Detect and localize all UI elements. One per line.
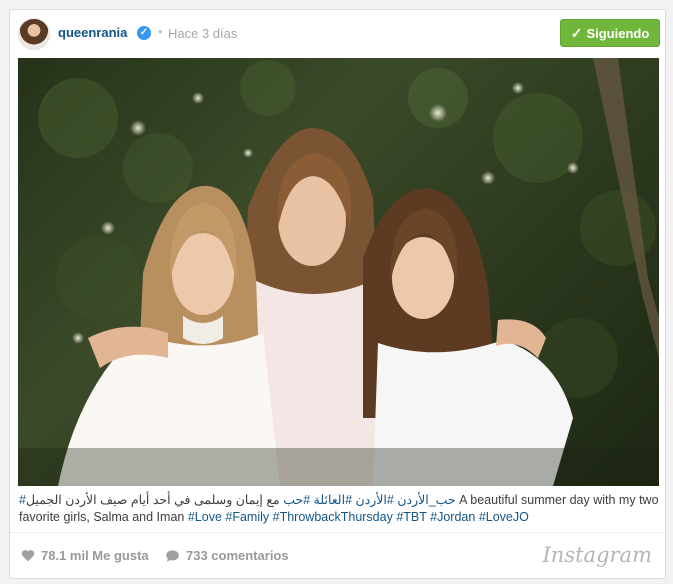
hashtag-link[interactable]: #Jordan bbox=[430, 510, 475, 524]
following-button-label: Siguiendo bbox=[586, 25, 650, 41]
separator-dot: • bbox=[158, 24, 163, 39]
comments-count[interactable]: 733 comentarios bbox=[165, 548, 289, 563]
profile-avatar[interactable] bbox=[18, 18, 50, 50]
instagram-logo[interactable]: Instagram bbox=[543, 543, 652, 567]
post-footer: 78.1 mil Me gusta 733 comentarios Instag… bbox=[10, 532, 665, 580]
instagram-post-card: queenrania ✓ • Hace 3 días ✓ Siguiendo #… bbox=[9, 9, 666, 579]
post-header: queenrania ✓ • Hace 3 días ✓ Siguiendo bbox=[10, 10, 665, 58]
hashtag-link[interactable]: #Family bbox=[225, 510, 269, 524]
hashtag-link[interactable]: #ThrowbackThursday bbox=[273, 510, 393, 524]
hashtag-link[interactable]: #Love bbox=[188, 510, 222, 524]
comments-label: 733 comentarios bbox=[186, 548, 289, 563]
following-button[interactable]: ✓ Siguiendo bbox=[560, 19, 660, 47]
post-photo[interactable] bbox=[18, 58, 659, 486]
post-photo-illustration bbox=[18, 58, 659, 486]
verified-badge-icon: ✓ bbox=[137, 26, 151, 40]
hashtag-link[interactable]: #LoveJO bbox=[479, 510, 529, 524]
username-link[interactable]: queenrania bbox=[58, 25, 127, 40]
likes-label: 78.1 mil Me gusta bbox=[41, 548, 149, 563]
hashtag-link[interactable]: #TBT bbox=[396, 510, 426, 524]
post-caption: #حب_الأردن #الأردن #العائلة #حب مع إيمان… bbox=[19, 492, 659, 526]
post-timestamp[interactable]: Hace 3 días bbox=[168, 26, 237, 41]
heart-icon bbox=[21, 550, 35, 562]
caption-arabic-text: مع إيمان وسلمى في أحد أيام صيف الأردن ال… bbox=[25, 493, 280, 507]
checkmark-icon: ✓ bbox=[570, 24, 583, 41]
speech-bubble-icon bbox=[166, 549, 179, 562]
likes-count[interactable]: 78.1 mil Me gusta bbox=[21, 548, 149, 563]
